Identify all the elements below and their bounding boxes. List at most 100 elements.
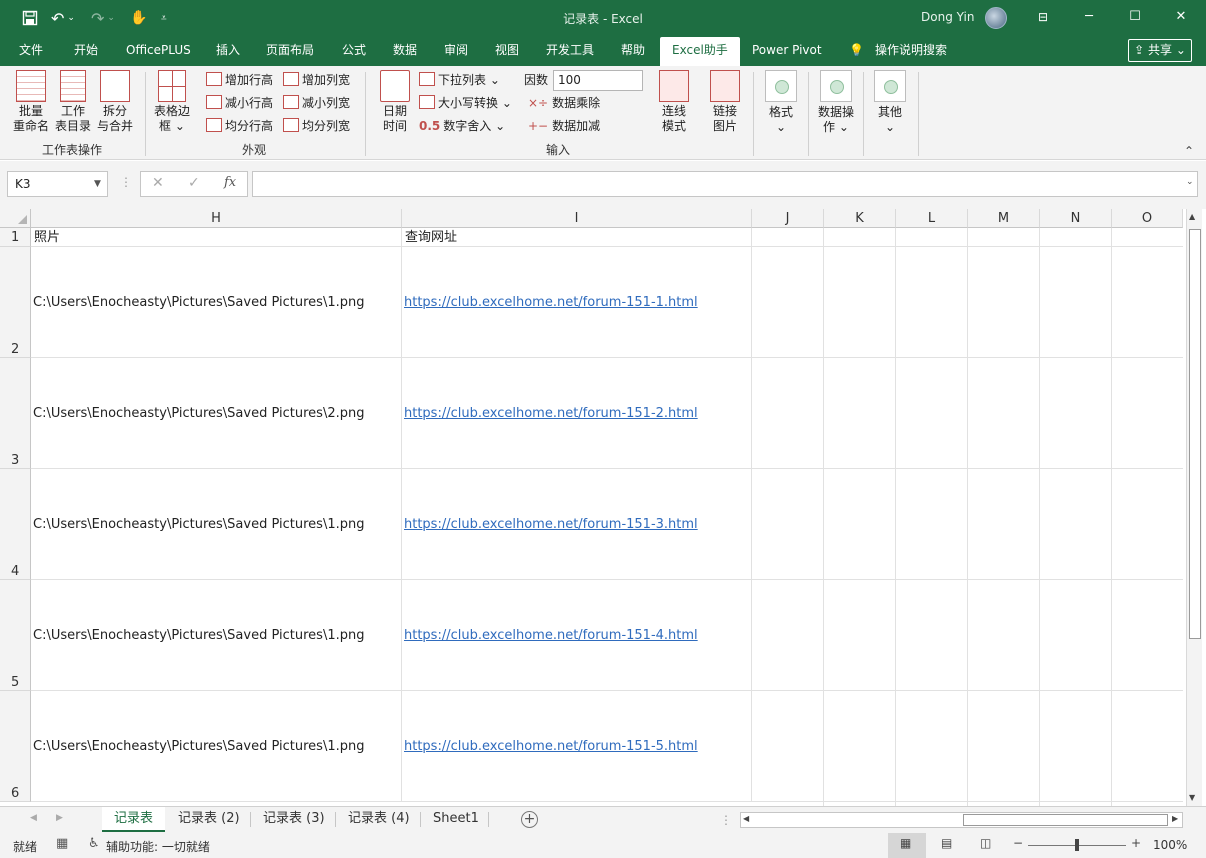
data-add-subtract-button[interactable]: +− 数据加减 — [528, 116, 600, 136]
page-break-view-icon[interactable]: ◫ — [980, 836, 991, 850]
accessibility-icon[interactable]: ♿ — [88, 836, 100, 851]
table-cell-path[interactable]: C:\Users\Enocheasty\Pictures\Saved Pictu… — [31, 691, 402, 802]
decrease-col-width-button[interactable]: 减小列宽 — [283, 93, 350, 113]
sheet-directory-button[interactable]: 工作 表目录 — [55, 70, 91, 134]
row-header[interactable]: 5 — [0, 580, 31, 691]
accessibility-status[interactable]: 辅助功能: 一切就绪 — [106, 838, 210, 855]
table-border-button[interactable]: 表格边 框 ⌄ — [152, 70, 192, 134]
save-icon[interactable] — [22, 8, 38, 28]
data-operation-button[interactable]: 数据操 作 ⌄ — [814, 70, 858, 135]
col-header-o[interactable]: O — [1112, 209, 1183, 228]
col-header-n[interactable]: N — [1040, 209, 1112, 228]
scroll-down-icon[interactable]: ▼ — [1189, 793, 1195, 802]
macro-record-icon[interactable]: ▦ — [56, 836, 68, 851]
cancel-icon[interactable]: ✕ — [152, 175, 164, 191]
close-icon[interactable]: ✕ — [1169, 6, 1193, 28]
case-convert-button[interactable]: 大小写转换 ⌄ — [419, 93, 512, 113]
col-header-j[interactable]: J — [752, 209, 824, 228]
row-header[interactable]: 4 — [0, 469, 31, 580]
dropdown-list-button[interactable]: 下拉列表 ⌄ — [419, 70, 500, 90]
tab-developer[interactable]: 开发工具 — [546, 36, 594, 66]
hyperlink[interactable]: https://club.excelhome.net/forum-151-3.h… — [404, 517, 698, 532]
other-button[interactable]: 其他 ⌄ — [871, 70, 909, 135]
name-box[interactable]: K3 ▼ — [7, 171, 108, 197]
undo-icon[interactable]: ↶ ⌄ — [51, 8, 75, 28]
h-scroll-thumb[interactable] — [963, 814, 1168, 826]
increase-col-width-button[interactable]: 增加列宽 — [283, 70, 350, 90]
lightbulb-icon[interactable]: 💡 — [849, 36, 864, 66]
tab-help[interactable]: 帮助 — [621, 36, 645, 66]
header-cell-url[interactable]: 查询网址 — [402, 228, 752, 247]
zoom-in-icon[interactable]: + — [1131, 836, 1141, 850]
tab-page-layout[interactable]: 页面布局 — [266, 36, 314, 66]
hyperlink[interactable]: https://club.excelhome.net/forum-151-1.h… — [404, 295, 698, 310]
avatar[interactable] — [985, 7, 1007, 29]
tab-data[interactable]: 数据 — [393, 36, 417, 66]
touch-mode-icon[interactable]: ✋ — [130, 8, 147, 28]
even-row-height-button[interactable]: 均分行高 — [206, 116, 273, 136]
table-cell-url[interactable]: https://club.excelhome.net/forum-151-3.h… — [402, 469, 752, 580]
col-header-m[interactable]: M — [968, 209, 1040, 228]
decrease-row-height-button[interactable]: 减小行高 — [206, 93, 273, 113]
customize-qat-icon[interactable]: ⩡ — [161, 8, 167, 28]
tell-me-search[interactable]: 操作说明搜索 — [875, 36, 947, 66]
link-image-button[interactable]: 链接 图片 — [707, 70, 743, 134]
next-sheet-icon[interactable]: ▶ — [56, 813, 63, 823]
sheet-tab[interactable]: Sheet1 — [433, 807, 479, 832]
sheet-tab-active[interactable]: 记录表 — [102, 807, 166, 832]
hyperlink[interactable]: https://club.excelhome.net/forum-151-4.h… — [404, 628, 698, 643]
tab-insert[interactable]: 插入 — [216, 36, 240, 66]
page-layout-view-icon[interactable]: ▤ — [941, 836, 952, 850]
data-multiply-divide-button[interactable]: ×÷ 数据乘除 — [528, 93, 600, 113]
tab-home[interactable]: 开始 — [74, 36, 98, 66]
table-cell-url[interactable]: https://club.excelhome.net/forum-151-2.h… — [402, 358, 752, 469]
col-header-h[interactable]: H — [31, 209, 402, 228]
scroll-right-icon[interactable]: ▶ — [1172, 814, 1178, 823]
tab-formulas[interactable]: 公式 — [342, 36, 366, 66]
number-round-button[interactable]: 0.5 数字舍入 ⌄ — [419, 116, 505, 136]
scroll-up-icon[interactable]: ▲ — [1189, 212, 1195, 221]
row-header[interactable]: 6 — [0, 691, 31, 802]
connect-mode-button[interactable]: 连线 模式 — [656, 70, 692, 134]
batch-rename-button[interactable]: 批量 重命名 — [10, 70, 52, 134]
scroll-left-icon[interactable]: ◀ — [743, 814, 749, 823]
maximize-icon[interactable]: ☐ — [1123, 6, 1147, 28]
tab-review[interactable]: 审阅 — [444, 36, 468, 66]
increase-row-height-button[interactable]: 增加行高 — [206, 70, 273, 90]
collapse-ribbon-icon[interactable]: ⌃ — [1184, 144, 1194, 158]
sheet-tab[interactable]: 记录表 (4) — [348, 807, 410, 832]
share-button[interactable]: ⇪ 共享 ⌄ — [1128, 39, 1192, 62]
insert-function-icon[interactable]: fx — [224, 175, 236, 190]
row-header[interactable]: 1 — [0, 228, 31, 247]
zoom-out-icon[interactable]: − — [1013, 836, 1023, 850]
tab-excel-assistant[interactable]: Excel助手 — [660, 37, 740, 66]
table-cell-path[interactable]: C:\Users\Enocheasty\Pictures\Saved Pictu… — [31, 469, 402, 580]
format-button[interactable]: 格式 ⌄ — [762, 70, 800, 135]
zoom-slider-thumb[interactable] — [1075, 839, 1079, 851]
row-header[interactable]: 3 — [0, 358, 31, 469]
row-header[interactable]: 2 — [0, 247, 31, 358]
col-header-k[interactable]: K — [824, 209, 896, 228]
col-header-i[interactable]: I — [402, 209, 752, 228]
horizontal-scrollbar[interactable]: ◀ ▶ — [740, 812, 1183, 828]
tab-file[interactable]: 文件 — [19, 36, 43, 66]
header-cell-photo[interactable]: 照片 — [31, 228, 402, 247]
prev-sheet-icon[interactable]: ◀ — [30, 813, 37, 823]
expand-formula-icon[interactable]: ⌄ — [1186, 177, 1194, 187]
tab-officeplus[interactable]: OfficePLUS — [126, 36, 191, 66]
table-cell-path[interactable]: C:\Users\Enocheasty\Pictures\Saved Pictu… — [31, 580, 402, 691]
minimize-icon[interactable]: ─ — [1077, 6, 1101, 28]
table-cell-url[interactable]: https://club.excelhome.net/forum-151-5.h… — [402, 691, 752, 802]
redo-icon[interactable]: ↷ ⌄ — [91, 8, 115, 28]
split-handle-icon[interactable]: ⋮ — [720, 813, 732, 827]
formula-input[interactable] — [252, 171, 1198, 197]
tab-view[interactable]: 视图 — [495, 36, 519, 66]
table-cell-url[interactable]: https://club.excelhome.net/forum-151-1.h… — [402, 247, 752, 358]
zoom-level[interactable]: 100% — [1153, 838, 1187, 852]
sheet-tab[interactable]: 记录表 (2) — [178, 807, 240, 832]
enter-check-icon[interactable]: ✓ — [188, 175, 200, 191]
table-cell-path[interactable]: C:\Users\Enocheasty\Pictures\Saved Pictu… — [31, 358, 402, 469]
col-header-l[interactable]: L — [896, 209, 968, 228]
select-all-corner[interactable] — [0, 209, 31, 228]
scroll-thumb[interactable] — [1189, 229, 1201, 639]
